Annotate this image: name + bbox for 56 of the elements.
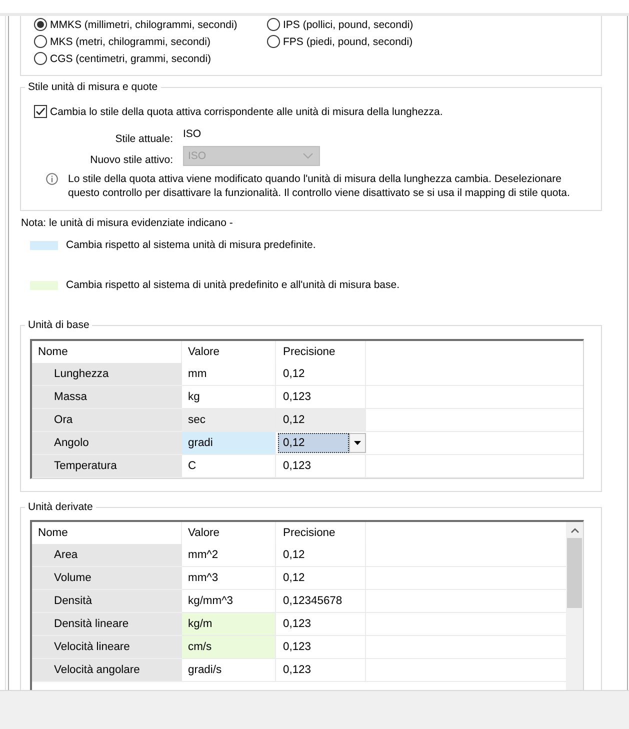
dropdown-button[interactable]	[349, 433, 366, 453]
table-cell: mm^2	[182, 544, 276, 567]
table-cell: mm^3	[182, 567, 276, 590]
table-cell: Lunghezza	[32, 363, 182, 386]
field-label: Stile attuale:	[115, 133, 173, 145]
radio-option[interactable]: FPS (piedi, pound, secondi)	[267, 33, 601, 50]
checkbox-option[interactable]: Cambia lo stile della quota attiva corrispondente alle unità di misura della lunghezza.	[34, 103, 585, 120]
table-cell: 0,123	[276, 455, 366, 478]
table-cell: Temperatura	[32, 455, 182, 478]
table-cell: 0,12345678	[276, 590, 366, 613]
table-cell: cm/s	[182, 636, 276, 659]
table-cell: Massa	[32, 386, 182, 409]
table-cell: Ora	[32, 409, 182, 432]
table-cell: Velocità lineare	[32, 636, 182, 659]
info-icon	[46, 173, 58, 185]
field-label: Nuovo stile attivo:	[90, 154, 173, 166]
table-cell: kg/m	[182, 613, 276, 636]
table-cell: 0,12	[276, 409, 366, 432]
group-title: Unità derivate	[27, 501, 94, 513]
table-cell: Volume	[32, 567, 182, 590]
radio-option[interactable]: IPS (pollici, pound, secondi)	[267, 16, 601, 33]
field-value: ISO	[183, 128, 202, 140]
table-cell: 0,123	[276, 659, 366, 682]
info-text: Lo stile della quota attiva viene modificato quando l'unità di misura della lunghezza cambia. Deselezionare questo controllo per disattivare la funzionalità. Il controllo viene disattivato se si usa il mapping di stile quota.	[68, 172, 571, 200]
table-cell: Densità	[32, 590, 182, 613]
legend-label: Cambia rispetto al sistema unità di misura predefinite.	[66, 239, 316, 251]
scrollbar[interactable]	[566, 522, 583, 690]
column-header: Valore	[182, 341, 276, 363]
table-cell: 0,12	[276, 363, 366, 386]
column-header: Valore	[182, 522, 276, 544]
legend-label: Cambia rispetto al sistema di unità predefinito e all'unità di misura base.	[66, 279, 400, 291]
caret-icon	[354, 441, 361, 445]
table-cell: 0,12	[276, 567, 366, 590]
scroll-up-icon[interactable]	[570, 528, 578, 532]
table-cell: Velocità angolare	[32, 659, 182, 682]
column-header: Precisione	[276, 522, 366, 544]
table-cell: Densità lineare	[32, 613, 182, 636]
radio-option[interactable]: CGS (centimetri, grammi, secondi)	[34, 50, 267, 67]
column-header: Precisione	[276, 341, 366, 363]
table-cell: 0,123	[276, 636, 366, 659]
table-cell: 0,12	[276, 544, 366, 567]
chevron-down-icon	[303, 153, 313, 159]
table-cell: Area	[32, 544, 182, 567]
radio-option[interactable]: MKS (metri, chilogrammi, secondi)	[34, 33, 267, 50]
table-cell: 0,123	[276, 613, 366, 636]
table-cell: Angolo	[32, 432, 182, 455]
group-title: Unità di base	[27, 319, 90, 331]
table-cell: gradi/s	[182, 659, 276, 682]
table-cell: gradi	[182, 432, 276, 455]
radio-option[interactable]: MMKS (millimetri, chilogrammi, secondi)	[34, 16, 267, 33]
table-cell: C	[182, 455, 276, 478]
note-text: Nota: le unità di misura evidenziate indicano -	[21, 217, 234, 229]
scrollbar-thumb[interactable]	[567, 538, 582, 608]
group-title: Stile unità di misura e quote	[27, 81, 159, 93]
table-cell: mm	[182, 363, 276, 386]
table-cell: sec	[182, 409, 276, 432]
